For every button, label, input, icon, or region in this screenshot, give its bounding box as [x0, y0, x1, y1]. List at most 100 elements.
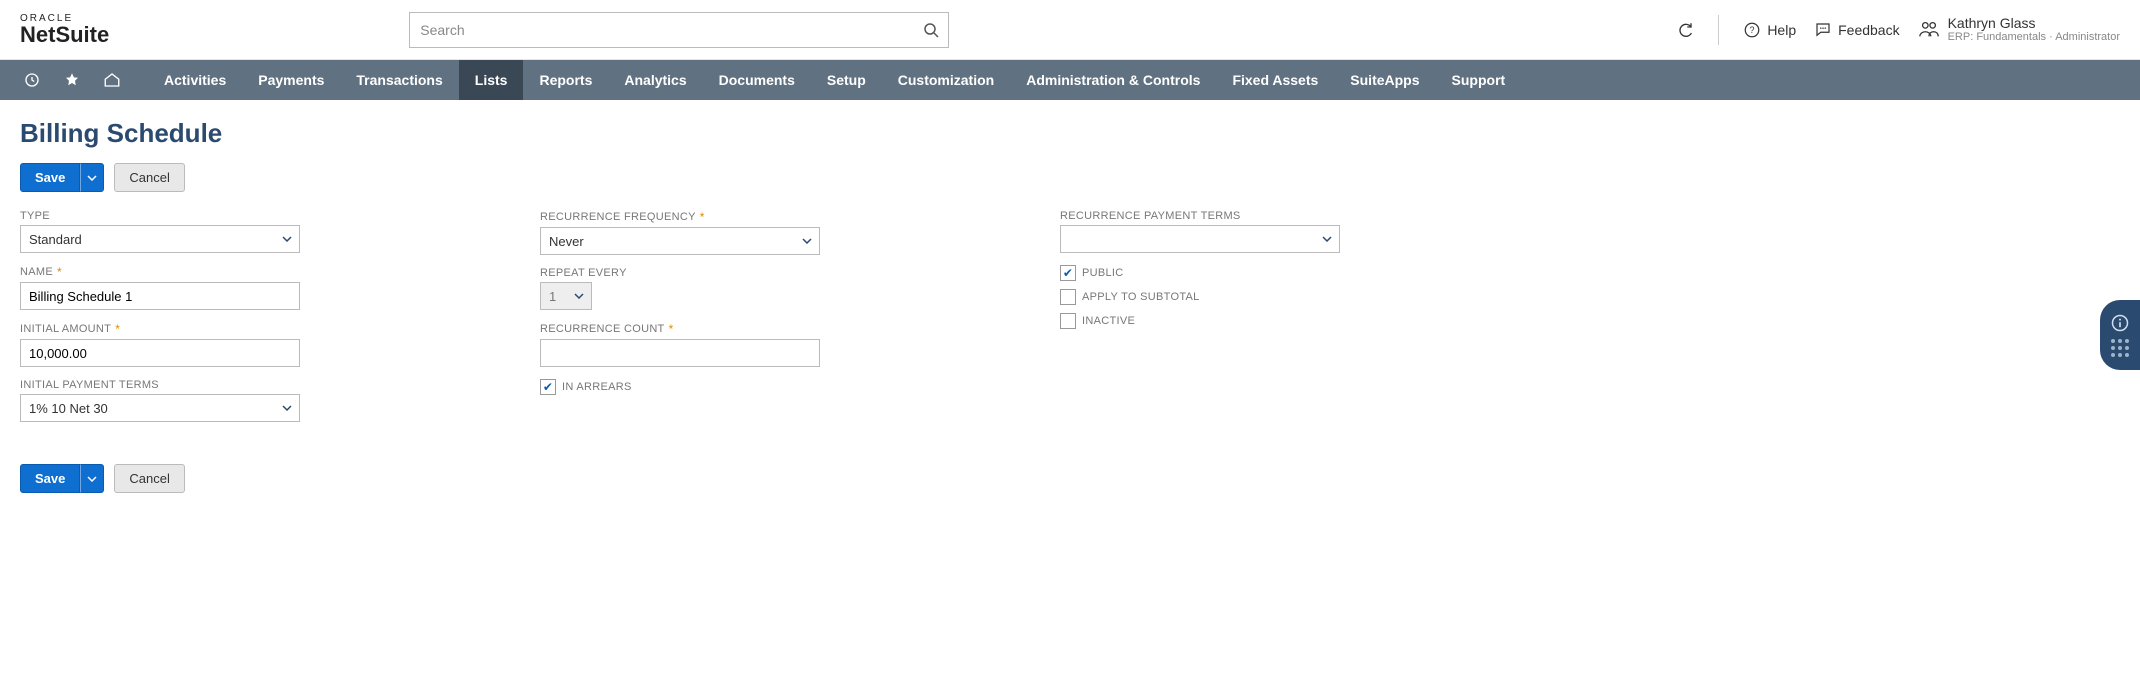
- save-button-group: Save: [20, 163, 104, 192]
- nav-suiteapps[interactable]: SuiteApps: [1334, 60, 1435, 100]
- action-row-bottom: Save Cancel: [20, 464, 2120, 493]
- divider: [1718, 15, 1719, 45]
- cancel-button[interactable]: Cancel: [114, 163, 184, 192]
- nav-recent-icon[interactable]: [12, 60, 52, 100]
- form-col-1: TYPE Standard NAME * INITIAL AMOUNT* INIT…: [20, 210, 540, 434]
- name-label: NAME: [20, 266, 53, 278]
- field-recur-count: RECURRENCE COUNT *: [540, 322, 1060, 367]
- feedback-link[interactable]: Feedback: [1814, 21, 1899, 39]
- recur-count-input[interactable]: [540, 339, 820, 367]
- field-apply-subtotal: APPLY TO SUBTOTAL: [1060, 289, 1580, 305]
- type-label: TYPE: [20, 210, 50, 222]
- field-repeat-every: REPEAT EVERY 1: [540, 267, 1060, 310]
- public-checkbox[interactable]: [1060, 265, 1076, 281]
- field-in-arrears: IN ARREARS: [540, 379, 1060, 395]
- field-type: TYPE Standard: [20, 210, 540, 253]
- search-button[interactable]: [913, 12, 949, 48]
- initial-amount-label: INITIAL AMOUNT: [20, 323, 111, 335]
- info-icon: [2110, 313, 2130, 333]
- chevron-down-icon: [87, 476, 97, 482]
- nav-customization[interactable]: Customization: [882, 60, 1010, 100]
- nav-lists[interactable]: Lists: [459, 60, 524, 100]
- chevron-down-icon: [87, 175, 97, 181]
- field-initial-terms: INITIAL PAYMENT TERMS 1% 10 Net 30: [20, 379, 540, 422]
- save-button[interactable]: Save: [20, 163, 80, 192]
- save-dropdown-button-bottom[interactable]: [80, 464, 104, 493]
- search-input[interactable]: [409, 12, 949, 48]
- type-select[interactable]: Standard: [20, 225, 300, 253]
- recur-freq-label: RECURRENCE FREQUENCY: [540, 211, 696, 223]
- user-name: Kathryn Glass: [1948, 15, 2120, 32]
- public-label: PUBLIC: [1082, 267, 1124, 279]
- help-widget[interactable]: [2100, 300, 2140, 370]
- feedback-icon: [1814, 21, 1832, 39]
- in-arrears-label: IN ARREARS: [562, 381, 632, 393]
- help-icon: ?: [1743, 21, 1761, 39]
- repeat-select: 1: [540, 282, 592, 310]
- keypad-icon: [2111, 339, 2129, 357]
- nav-activities[interactable]: Activities: [148, 60, 242, 100]
- user-menu[interactable]: Kathryn Glass ERP: Fundamentals · Admini…: [1918, 15, 2120, 45]
- required-icon: *: [669, 322, 674, 336]
- nav-fixed-assets[interactable]: Fixed Assets: [1216, 60, 1334, 100]
- recur-freq-value: Never: [549, 234, 584, 249]
- field-recur-terms: RECURRENCE PAYMENT TERMS: [1060, 210, 1580, 253]
- page-body: Billing Schedule Save Cancel TYPE Standa…: [0, 100, 2140, 529]
- save-button-bottom[interactable]: Save: [20, 464, 80, 493]
- initial-amount-input[interactable]: [20, 339, 300, 367]
- brand-bottom: NetSuite: [20, 24, 109, 46]
- field-inactive: INACTIVE: [1060, 313, 1580, 329]
- nav-payments[interactable]: Payments: [242, 60, 340, 100]
- recur-count-label: RECURRENCE COUNT: [540, 323, 665, 335]
- field-recur-freq: RECURRENCE FREQUENCY * Never: [540, 210, 1060, 255]
- inactive-label: INACTIVE: [1082, 315, 1135, 327]
- nav-transactions[interactable]: Transactions: [340, 60, 458, 100]
- sync-button[interactable]: [1676, 21, 1694, 39]
- nav-star-icon[interactable]: [52, 60, 92, 100]
- brand-logo: ORACLE NetSuite: [20, 14, 109, 46]
- initial-terms-select[interactable]: 1% 10 Net 30: [20, 394, 300, 422]
- field-name: NAME *: [20, 265, 540, 310]
- repeat-value: 1: [549, 289, 556, 304]
- recur-freq-select[interactable]: Never: [540, 227, 820, 255]
- nav-admin-controls[interactable]: Administration & Controls: [1010, 60, 1216, 100]
- initial-terms-value: 1% 10 Net 30: [29, 401, 108, 416]
- action-row-top: Save Cancel: [20, 163, 2120, 192]
- help-link[interactable]: ? Help: [1743, 21, 1796, 39]
- main-nav: Activities Payments Transactions Lists R…: [0, 60, 2140, 100]
- save-button-group-bottom: Save: [20, 464, 104, 493]
- name-input[interactable]: [20, 282, 300, 310]
- nav-reports[interactable]: Reports: [523, 60, 608, 100]
- nav-home-icon[interactable]: [92, 60, 132, 100]
- form-columns: TYPE Standard NAME* INITIAL AMOUNT* INIT…: [20, 210, 2120, 434]
- required-icon: *: [57, 265, 62, 279]
- initial-terms-label: INITIAL PAYMENT TERMS: [20, 379, 159, 391]
- cancel-button-bottom[interactable]: Cancel: [114, 464, 184, 493]
- nav-documents[interactable]: Documents: [703, 60, 811, 100]
- nav-support[interactable]: Support: [1436, 60, 1522, 100]
- repeat-label: REPEAT EVERY: [540, 267, 627, 279]
- form-col-2: RECURRENCE FREQUENCY * Never REPEAT EVERY…: [540, 210, 1060, 434]
- in-arrears-checkbox[interactable]: [540, 379, 556, 395]
- recur-terms-label: RECURRENCE PAYMENT TERMS: [1060, 210, 1241, 222]
- apply-subtotal-label: APPLY TO SUBTOTAL: [1082, 291, 1200, 303]
- header-right: ? Help Feedback Kathryn Glass ERP: Funda…: [1676, 15, 2120, 45]
- apply-subtotal-checkbox[interactable]: [1060, 289, 1076, 305]
- user-text: Kathryn Glass ERP: Fundamentals · Admini…: [1948, 15, 2120, 45]
- page-title: Billing Schedule: [20, 118, 2120, 149]
- feedback-label: Feedback: [1838, 22, 1899, 38]
- type-value: Standard: [29, 232, 82, 247]
- nav-analytics[interactable]: Analytics: [608, 60, 702, 100]
- required-icon: *: [700, 210, 705, 224]
- recur-terms-select[interactable]: [1060, 225, 1340, 253]
- nav-setup[interactable]: Setup: [811, 60, 882, 100]
- sync-icon: [1676, 21, 1694, 39]
- inactive-checkbox[interactable]: [1060, 313, 1076, 329]
- help-label: Help: [1767, 22, 1796, 38]
- users-icon: [1918, 18, 1940, 40]
- save-dropdown-button[interactable]: [80, 163, 104, 192]
- field-public: PUBLIC: [1060, 265, 1580, 281]
- field-initial-amount: INITIAL AMOUNT*: [20, 322, 540, 367]
- user-role: ERP: Fundamentals · Administrator: [1948, 31, 2120, 44]
- app-header: ORACLE NetSuite ? Help Feedback: [0, 0, 2140, 60]
